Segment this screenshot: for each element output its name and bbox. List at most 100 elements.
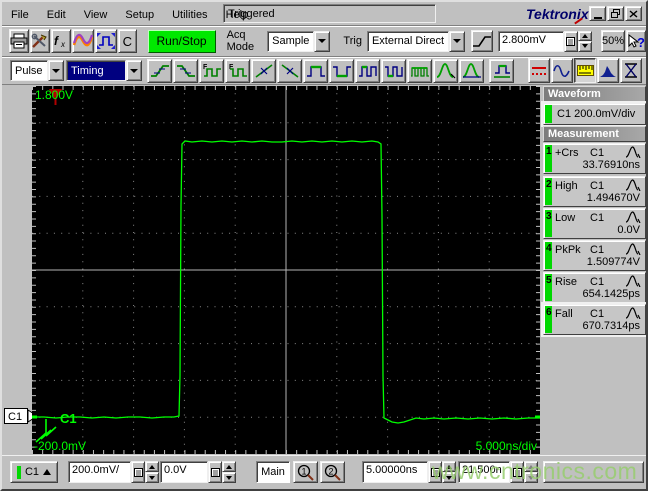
measurement-item-6[interactable]: 6 Fall C1 670.7314ps	[543, 304, 646, 335]
cursors-button[interactable]	[528, 58, 550, 83]
spin-up[interactable]	[222, 461, 236, 472]
menu-setup[interactable]: Setup	[116, 5, 163, 24]
menu-utilities[interactable]: Utilities	[163, 5, 216, 24]
pulse-shape-icon	[625, 275, 641, 287]
mag2-view-button[interactable]: 2	[320, 461, 345, 483]
trig-label: Trig	[343, 35, 362, 47]
waveform-database-button[interactable]	[72, 29, 94, 53]
measurement-item-3[interactable]: 3 Low C1 0.0V	[543, 208, 646, 239]
help-pointer-icon: ?	[628, 33, 645, 49]
vertical-offset-keypad-button[interactable]	[208, 461, 222, 483]
channel-select-button[interactable]: C1	[10, 461, 58, 483]
measurement-value: 670.7314ps	[582, 320, 641, 332]
down-arrow-icon	[581, 44, 588, 49]
negative-crossing-icon	[281, 63, 298, 78]
measure-delay-button[interactable]	[489, 58, 514, 83]
timebase-scale-input[interactable]: 5.00000ns	[362, 461, 428, 483]
measure-negative-width-button[interactable]	[329, 58, 354, 83]
measurement-item-2[interactable]: 2 High C1 1.494670V	[543, 176, 646, 207]
trig-level-input[interactable]: 2.800mV	[497, 30, 564, 52]
waveform-item-label: C1 200.0mV/div	[557, 108, 636, 120]
histogram-icon	[600, 65, 616, 77]
measure-peak-amplitude-button[interactable]	[433, 58, 458, 83]
clear-button[interactable]: C	[118, 29, 137, 53]
trace-channel-label: C1	[60, 411, 77, 426]
waveform-colors-icon	[73, 33, 93, 47]
measurement-source: C1	[590, 276, 605, 288]
measurement-number: 4	[546, 243, 552, 254]
tools-button[interactable]	[30, 29, 50, 53]
vertical-offset-input[interactable]: 0.0V	[160, 461, 208, 483]
trig-level-50-button[interactable]: 50%	[600, 30, 625, 52]
trig-level-spinner[interactable]	[577, 30, 592, 52]
measure-burst-width-button[interactable]	[407, 58, 432, 83]
spin-up[interactable]	[524, 461, 538, 472]
measurement-number: 2	[546, 179, 552, 190]
minimize-button[interactable]	[589, 6, 606, 21]
measure-peak-area-button[interactable]	[459, 58, 484, 83]
waveform-item-c1[interactable]: C1 200.0mV/div	[543, 103, 646, 125]
timebase-keypad-button[interactable]	[428, 461, 442, 483]
print-button[interactable]	[9, 29, 29, 53]
menu-edit[interactable]: Edit	[38, 5, 75, 24]
mag1-label: 1	[302, 466, 307, 476]
measurement-name: Fall	[555, 308, 573, 320]
horizontal-position-input[interactable]: 21.500n	[458, 461, 510, 483]
spin-down[interactable]	[222, 472, 236, 483]
spin-down[interactable]	[577, 41, 592, 52]
measurement-item-5[interactable]: 5 Rise C1 654.1425ps	[543, 272, 646, 303]
vertical-offset-spinner[interactable]	[222, 461, 236, 483]
spin-up[interactable]	[442, 461, 456, 472]
measure-fall-time-button[interactable]	[173, 58, 198, 83]
autoset-button[interactable]	[95, 29, 117, 53]
measure-positive-crossing-button[interactable]	[251, 58, 276, 83]
vertical-scale-spinner[interactable]	[145, 461, 159, 483]
timebase-spinner[interactable]	[442, 461, 456, 483]
trig-dropdown-button[interactable]	[448, 30, 465, 52]
measure-positive-duty-button[interactable]	[355, 58, 380, 83]
spin-up[interactable]	[145, 461, 159, 472]
measure-category-dropdown-button[interactable]	[126, 60, 142, 81]
print-icon	[10, 33, 28, 49]
measure-positive-width-button[interactable]	[303, 58, 328, 83]
menu-file[interactable]: File	[2, 5, 38, 24]
trig-level-keypad-button[interactable]	[563, 30, 578, 52]
trig-slope-button[interactable]	[470, 30, 493, 52]
vertical-scale-input[interactable]: 200.0mV/	[68, 461, 131, 483]
mag1-view-button[interactable]: 1	[293, 461, 318, 483]
measure-frequency-button[interactable]: F	[199, 58, 224, 83]
mask-button[interactable]	[620, 58, 642, 83]
measure-class-dropdown-button[interactable]	[48, 60, 64, 81]
measurement-item-1[interactable]: 1 +Crs C1 33.76910ns	[543, 143, 646, 174]
measure-negative-crossing-button[interactable]	[277, 58, 302, 83]
measure-class-select[interactable]: Pulse	[10, 60, 64, 81]
menu-view[interactable]: View	[75, 5, 117, 24]
horizontal-position-spinner[interactable]	[524, 461, 538, 483]
math-button[interactable]: f x	[51, 29, 71, 53]
measure-period-button[interactable]: F	[225, 58, 250, 83]
delay-icon	[493, 64, 510, 78]
measurement-panel-button[interactable]	[574, 58, 596, 83]
context-help-button[interactable]: ?	[626, 30, 646, 52]
acq-mode-dropdown-button[interactable]	[314, 30, 331, 52]
histogram-button[interactable]	[597, 58, 619, 83]
restore-button[interactable]	[607, 6, 624, 21]
spin-down[interactable]	[442, 472, 456, 483]
mask-icon	[625, 63, 637, 78]
horizontal-position-keypad-button[interactable]	[510, 461, 524, 483]
waveform-display-button[interactable]	[551, 58, 573, 83]
timebase-main-button[interactable]: Main	[256, 461, 290, 483]
spin-up[interactable]	[577, 30, 592, 41]
measurement-item-4[interactable]: 4 PkPk C1 1.509774V	[543, 240, 646, 271]
measure-negative-duty-button[interactable]	[381, 58, 406, 83]
close-button[interactable]	[625, 6, 642, 21]
acq-mode-select[interactable]: Sample	[267, 30, 331, 52]
spin-down[interactable]	[145, 472, 159, 483]
measure-category-select[interactable]: Timing	[66, 60, 142, 81]
measure-rise-time-button[interactable]	[147, 58, 172, 83]
run-stop-button[interactable]: Run/Stop	[147, 29, 216, 53]
spin-down[interactable]	[524, 472, 538, 483]
vertical-scale-keypad-button[interactable]	[131, 461, 145, 483]
measurement-panel-header: Measurement	[543, 126, 646, 142]
trig-source-select[interactable]: External Direct	[366, 30, 465, 52]
